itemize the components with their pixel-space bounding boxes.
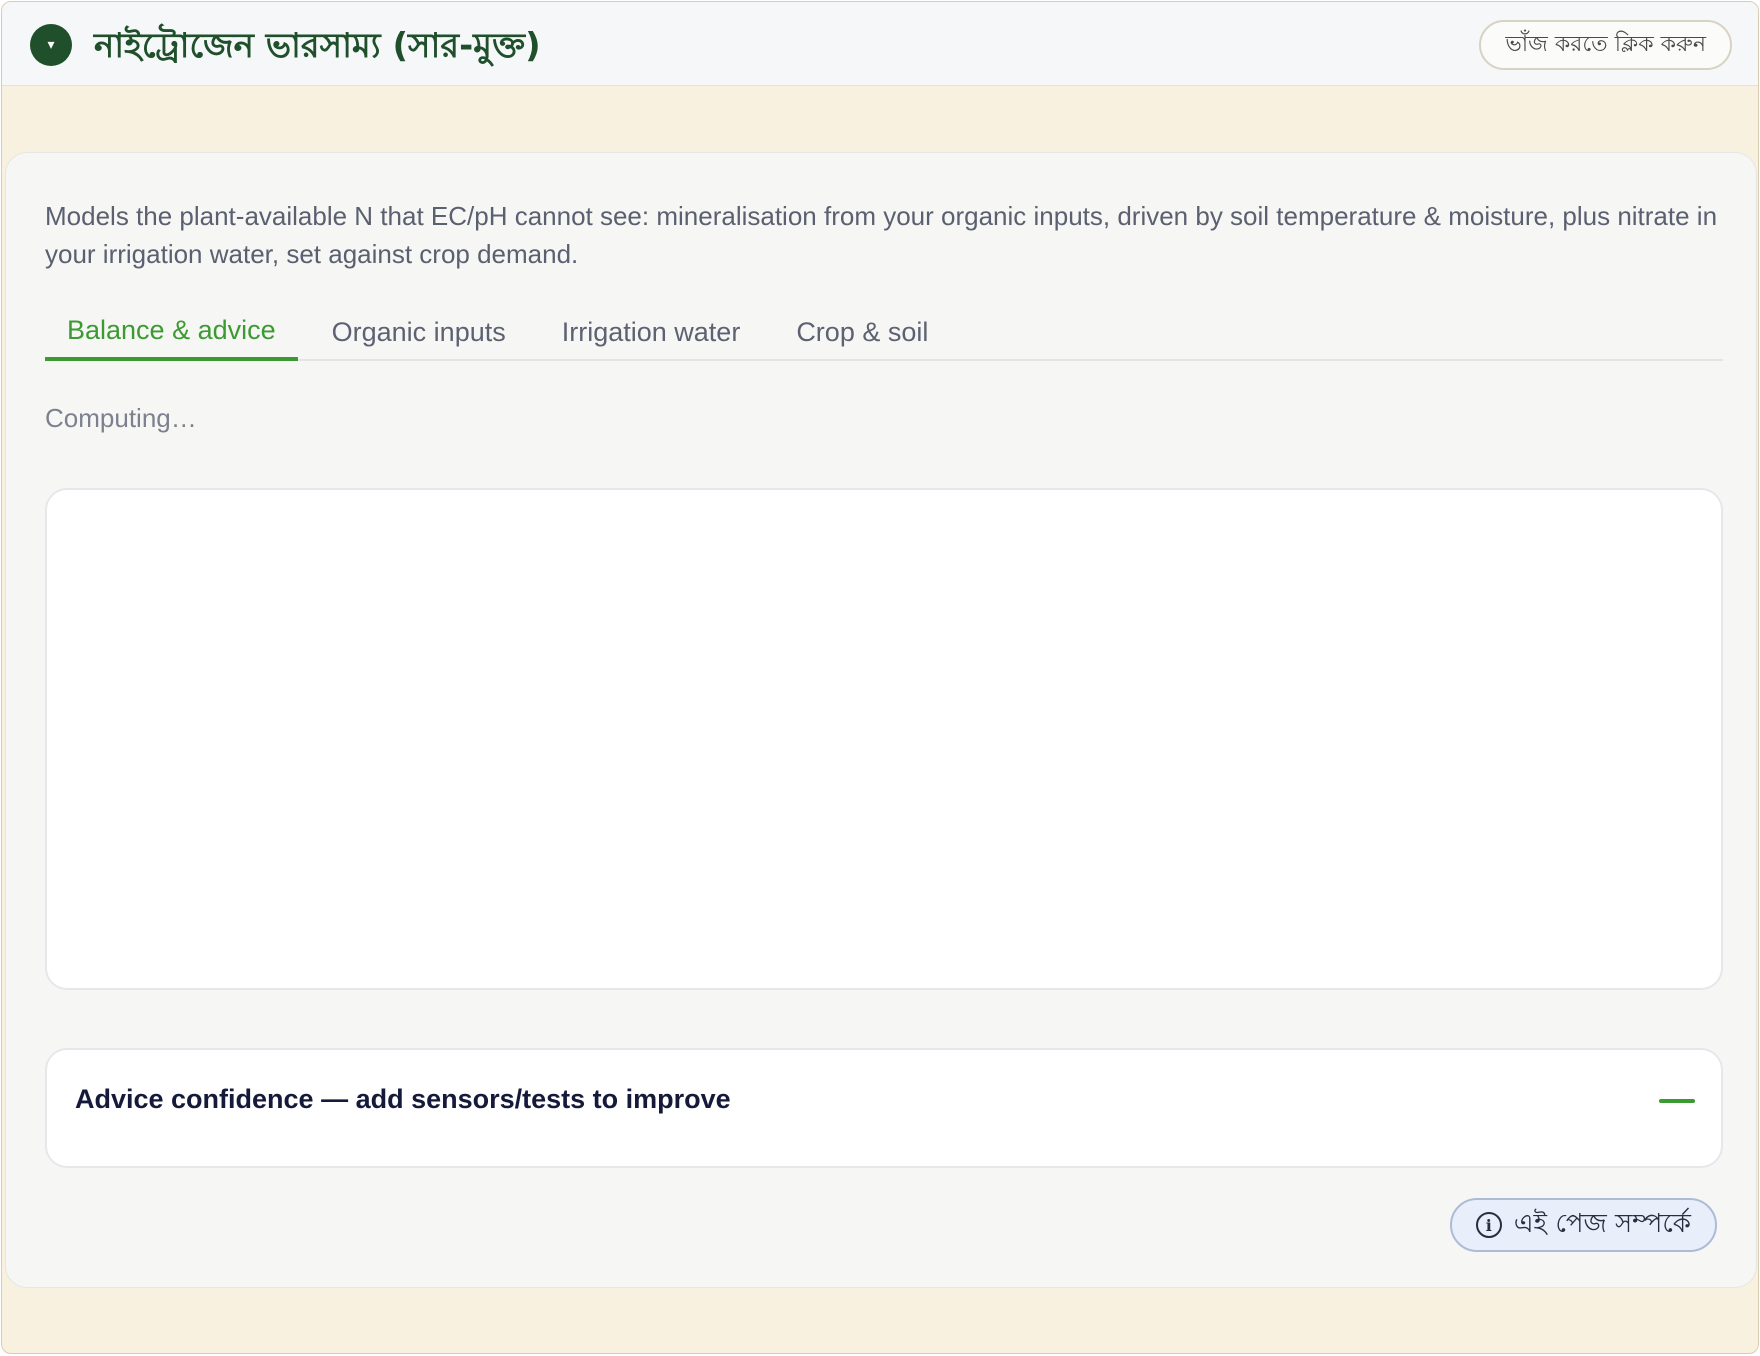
- tab-irrigation-water[interactable]: Irrigation water: [540, 303, 763, 361]
- section-header[interactable]: ▾ নাইট্রোজেন ভারসাম্য (সার-মুক্ত) ভাঁজ ক…: [2, 2, 1758, 86]
- confidence-accordion[interactable]: Advice confidence — add sensors/tests to…: [45, 1048, 1723, 1168]
- about-page-label: এই পেজ সম্পর্কে: [1513, 1209, 1691, 1239]
- tab-bar: Balance & advice Organic inputs Irrigati…: [45, 303, 1723, 361]
- panel-description: Models the plant-available N that EC/pH …: [45, 201, 1718, 269]
- info-icon: i: [1475, 1212, 1502, 1238]
- page-title: নাইট্রোজেন ভারসাম্য (সার-মুক্ত): [94, 26, 541, 66]
- tab-organic-inputs[interactable]: Organic inputs: [310, 303, 528, 361]
- about-page-button[interactable]: i এই পেজ সম্পর্কে: [1449, 1198, 1717, 1252]
- app-frame: ▾ নাইট্রোজেন ভারসাম্য (সার-মুক্ত) ভাঁজ ক…: [1, 1, 1759, 1354]
- status-text: Computing…: [45, 403, 197, 433]
- chart-placeholder: [45, 488, 1723, 990]
- confidence-title: Advice confidence — add sensors/tests to…: [75, 1084, 731, 1114]
- tab-balance-advice[interactable]: Balance & advice: [45, 303, 298, 361]
- chevron-down-icon: ▾: [47, 37, 55, 53]
- collapse-button[interactable]: ভাঁজ করতে ক্লিক করুন: [1479, 20, 1732, 70]
- minus-icon[interactable]: [1659, 1099, 1695, 1103]
- tab-crop-soil[interactable]: Crop & soil: [774, 303, 950, 361]
- content-panel: Models the plant-available N that EC/pH …: [5, 152, 1757, 1288]
- collapse-toggle-icon[interactable]: ▾: [30, 24, 72, 66]
